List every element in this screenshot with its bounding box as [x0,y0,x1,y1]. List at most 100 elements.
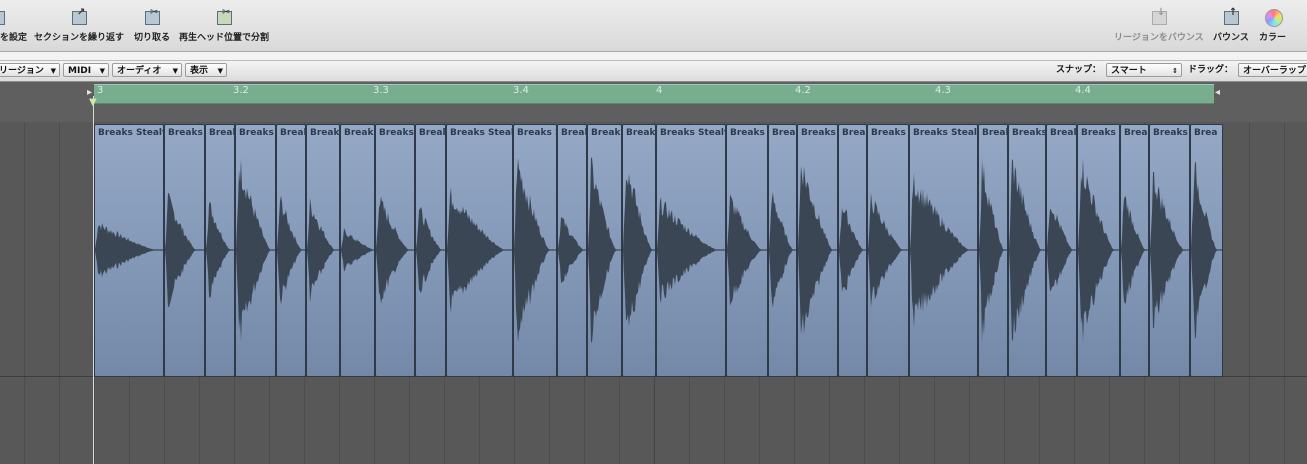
waveform-shape [910,172,977,328]
waveform [1009,159,1045,341]
snap-select[interactable]: スマート ⇕ [1106,63,1182,77]
audio-region[interactable]: Breaks S [235,124,276,377]
cut-button[interactable]: ✂ 切り取る [134,7,171,43]
audio-region[interactable]: Breal [205,124,235,377]
toolbar: を設定 ↗ セクションを繰り返す ✂ 切り取る ✂ 再生ヘッド位置で分割 ↓ リ… [0,0,1307,52]
split-at-playhead-button[interactable]: ✂ 再生ヘッド位置で分割 [179,7,270,43]
audio-region[interactable]: Breaks S [1077,124,1120,377]
audio-region[interactable]: Breal [415,124,446,377]
region-name: Breaks S [1081,128,1119,138]
snap-label: スナップ： [1056,65,1102,75]
region-name: Breaks [1012,128,1046,138]
audio-region[interactable]: Breaks [375,124,415,377]
audio-region[interactable]: Breaks [797,124,838,377]
chevron-down-icon: ▼ [50,67,56,75]
waveform [307,197,339,303]
region-name: Breaks [379,128,414,138]
audio-region[interactable]: Breal [768,124,797,377]
split-at-playhead-label: 再生ヘッド位置で分割 [179,33,270,43]
audio-region[interactable]: Breal [1046,124,1077,377]
waveform-shape [839,207,866,293]
bounce-region-label: リージョンをバウンス [1114,33,1204,43]
waveform [979,158,1007,342]
view-menu[interactable]: 表示 ▼ [185,63,227,77]
waveform-shape [727,194,767,306]
region-name: Breaks Stealth [660,128,725,138]
waveform [236,158,275,342]
waveform [727,194,767,306]
region-name: Breaks [626,128,656,138]
audio-region[interactable]: Breal [557,124,587,377]
repeat-section-icon: ↗ [70,7,88,26]
color-button[interactable]: カラー [1259,8,1286,43]
region-menu[interactable]: リージョン ▼ [0,63,60,77]
region-name: Breaks [344,128,374,138]
region-name: Breal [982,128,1008,138]
audio-region[interactable]: Breaks [587,124,622,377]
waveform [1150,171,1189,329]
audio-menu[interactable]: オーディオ ▼ [112,63,182,77]
bounce-region-button[interactable]: ↓ リージョンをバウンス [1114,7,1204,43]
audio-region[interactable]: Breal [838,124,867,377]
drag-value: オーバーラップ [1243,66,1306,76]
repeat-section-button[interactable]: ↗ セクションを繰り返す [34,7,124,43]
waveform [798,165,837,335]
region-name: Breal [772,128,797,138]
cut-label: 切り取る [134,33,171,43]
waveform [657,196,725,304]
waveform-shape [1078,158,1119,342]
audio-region[interactable]: Breaks Stealth [909,124,978,377]
audio-region[interactable]: Breaks [1149,124,1190,377]
playhead[interactable] [93,96,94,464]
set-icon [0,8,12,26]
region-name: Breal [842,128,867,138]
waveform-shape [1047,208,1076,292]
audio-region[interactable]: Breaks [306,124,340,377]
region-name: Breal [280,128,306,138]
region-name: Breaks [310,128,340,138]
waveform-shape [1150,171,1189,329]
waveform-shape [868,192,908,308]
waveform-shape [307,197,339,303]
audio-region[interactable]: Breal [1120,124,1149,377]
audio-region[interactable]: Breaks [164,124,205,377]
waveform-shape [1121,196,1148,304]
audio-region[interactable]: Breal [276,124,306,377]
waveform-shape [341,228,374,272]
waveform-shape [798,165,837,335]
audio-region[interactable]: Breaks [867,124,909,377]
waveform-shape [657,196,725,304]
waveform [416,206,445,294]
cycle-end-marker-icon[interactable]: ◂ [1215,87,1220,98]
arrange-area[interactable]: 33.23.33.444.24.34.4 Breaks StealthBreak… [0,82,1307,464]
audio-region[interactable]: Breaks [340,124,375,377]
waveform [868,192,908,308]
audio-region[interactable]: Brea [1190,124,1223,377]
drag-select[interactable]: オーバーラップ [1238,63,1307,77]
chevron-down-icon: ▼ [217,67,223,75]
chevron-down-icon: ▼ [99,67,105,75]
bounce-button[interactable]: ↑ バウンス [1213,7,1249,43]
audio-region[interactable]: Breaks Stealth [94,124,164,377]
audio-region[interactable]: Breaks [622,124,656,377]
waveform [839,207,866,293]
set-button[interactable]: を設定 [0,8,27,43]
audio-region[interactable]: Breaks S [513,124,557,377]
audio-region[interactable]: Breaks Stealth [656,124,726,377]
midi-menu[interactable]: MIDI ▼ [63,63,109,77]
audio-region[interactable]: Breaks [1008,124,1046,377]
waveform [514,157,556,343]
snap-value: スマート [1111,66,1147,76]
waveform-shape [588,157,621,343]
waveform [447,187,512,313]
region-name: Breaks [1153,128,1188,138]
audio-region[interactable]: Breaks Stealth [446,124,513,377]
set-label: を設定 [0,33,28,43]
audio-region[interactable]: Breal [978,124,1008,377]
bounce-region-icon: ↓ [1150,7,1168,26]
split-icon: ✂ [215,7,233,26]
waveform [206,201,234,299]
audio-region[interactable]: Breaks S [726,124,768,377]
bounce-label: バウンス [1213,33,1249,43]
playhead-marker-icon[interactable]: ▼ [89,97,97,108]
